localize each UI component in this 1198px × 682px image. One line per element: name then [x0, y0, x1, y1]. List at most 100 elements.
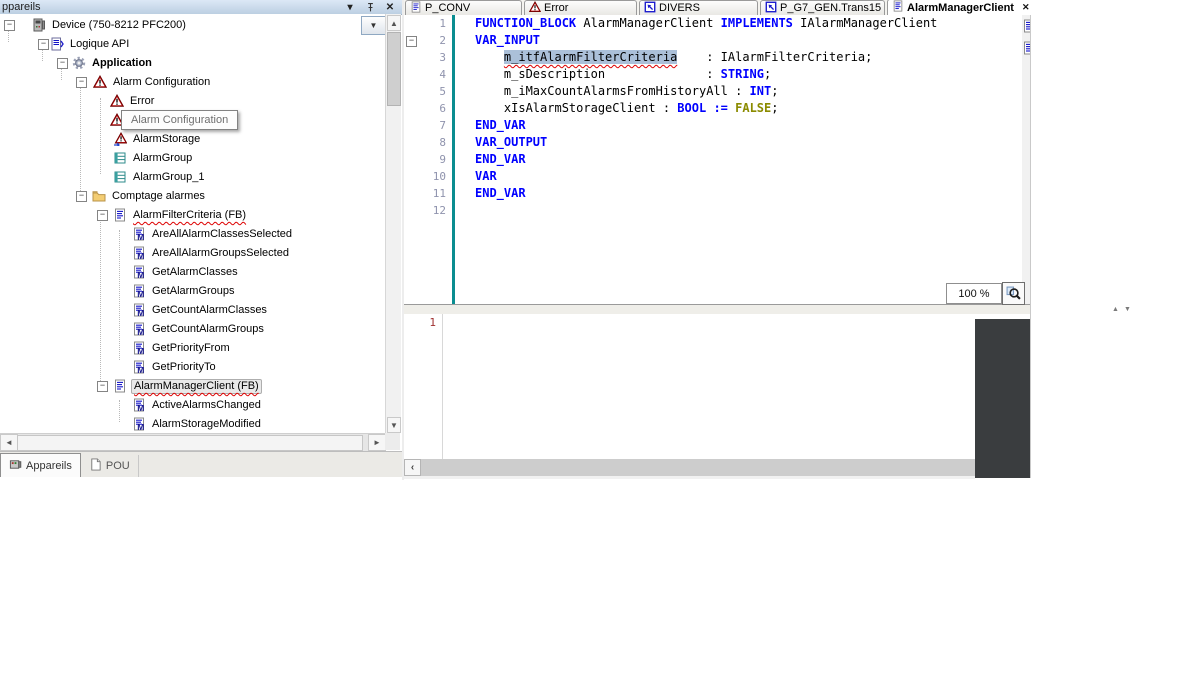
code-line-3[interactable]: 3 m_itfAlarmFilterCriteria : IAlarmFilte…: [404, 49, 1030, 66]
editor-tab-error[interactable]: Error: [524, 0, 637, 15]
scroll-right-icon[interactable]: ►: [368, 434, 386, 451]
scroll-down-icon[interactable]: ▼: [387, 417, 401, 433]
code-line-8[interactable]: 8VAR_OUTPUT: [404, 134, 1030, 151]
code-text[interactable]: VAR: [455, 168, 497, 185]
tree-item-label[interactable]: AlarmGroup: [131, 151, 194, 166]
panel-tab-pou[interactable]: POU: [81, 455, 139, 477]
tree-item-activealarmschanged[interactable]: MActiveAlarmsChanged: [0, 396, 385, 415]
code-text[interactable]: m_sDescription : STRING;: [455, 66, 771, 83]
tree-collapse-icon[interactable]: −: [97, 381, 108, 392]
tree-item-label[interactable]: AlarmManagerClient (FB): [131, 379, 262, 394]
implementation-editor[interactable]: 1: [404, 314, 1030, 459]
tree-item-comptage-alarmes[interactable]: − Comptage alarmes: [0, 187, 385, 206]
tree-item-label[interactable]: AlarmStorageModified: [150, 417, 263, 432]
editor-splitter[interactable]: ▲ ▼: [404, 305, 1030, 314]
implementation-body[interactable]: [443, 314, 1030, 459]
tree-item-areallalarmclassesselected[interactable]: MAreAllAlarmClassesSelected: [0, 225, 385, 244]
tree-item-label[interactable]: Comptage alarmes: [110, 189, 207, 204]
tree-item-label[interactable]: AreAllAlarmGroupsSelected: [150, 246, 291, 261]
tree-item-label[interactable]: Alarm Configuration: [111, 75, 212, 90]
code-text[interactable]: VAR_OUTPUT: [455, 134, 547, 151]
tree-horizontal-scrollbar[interactable]: ◄ ►: [0, 433, 385, 451]
splitter-up-icon[interactable]: ▲: [1112, 305, 1119, 314]
tree-item-label[interactable]: AlarmFilterCriteria (FB): [131, 208, 248, 223]
code-line-1[interactable]: 1FUNCTION_BLOCK AlarmManagerClient IMPLE…: [404, 15, 1030, 32]
code-line-4[interactable]: 4 m_sDescription : STRING;: [404, 66, 1030, 83]
tree-collapse-icon[interactable]: −: [57, 58, 68, 69]
code-line-2[interactable]: −2VAR_INPUT: [404, 32, 1030, 49]
tree-item-label[interactable]: Application: [90, 56, 154, 71]
code-line-9[interactable]: 9END_VAR: [404, 151, 1030, 168]
panel-close-icon[interactable]: ✕: [384, 1, 396, 13]
device-combo-dropdown[interactable]: ▼: [361, 16, 386, 35]
scroll-left-icon[interactable]: ‹: [404, 459, 421, 476]
tree-collapse-icon[interactable]: −: [4, 20, 15, 31]
tree-item-label[interactable]: AreAllAlarmClassesSelected: [150, 227, 294, 242]
tree-item-label[interactable]: GetCountAlarmGroups: [150, 322, 266, 337]
tree-item-error[interactable]: Error: [0, 92, 385, 111]
code-text[interactable]: m_itfAlarmFilterCriteria : IAlarmFilterC…: [455, 49, 872, 66]
editor-tab-p-conv[interactable]: P_CONV: [405, 0, 522, 15]
code-text[interactable]: END_VAR: [455, 151, 526, 168]
tree-item-alarmfiltercriteria-fb-[interactable]: − AlarmFilterCriteria (FB): [0, 206, 385, 225]
tree-item-getpriorityfrom[interactable]: MGetPriorityFrom: [0, 339, 385, 358]
clipped-toolbar-icon[interactable]: [1022, 19, 1030, 35]
editor-tab-divers[interactable]: DIVERS: [639, 0, 758, 15]
tree-item-label[interactable]: AlarmStorage: [131, 132, 202, 147]
tab-close-icon[interactable]: ✕: [1022, 2, 1030, 13]
code-line-12[interactable]: 12: [404, 202, 1030, 219]
tree-item-getalarmclasses[interactable]: MGetAlarmClasses: [0, 263, 385, 282]
code-text[interactable]: [455, 202, 475, 219]
tree-vscroll-thumb[interactable]: [387, 32, 401, 106]
tree-collapse-icon[interactable]: −: [76, 191, 87, 202]
tree-item-getcountalarmclasses[interactable]: MGetCountAlarmClasses: [0, 301, 385, 320]
tree-item-label[interactable]: GetCountAlarmClasses: [150, 303, 269, 318]
declaration-editor[interactable]: 1FUNCTION_BLOCK AlarmManagerClient IMPLE…: [404, 15, 1030, 305]
scroll-up-icon[interactable]: ▲: [387, 15, 401, 31]
panel-menu-chevron-down-icon[interactable]: ▾: [344, 1, 356, 13]
tree-item-getpriorityto[interactable]: MGetPriorityTo: [0, 358, 385, 377]
code-text[interactable]: VAR_INPUT: [455, 32, 540, 49]
tree-collapse-icon[interactable]: −: [76, 77, 87, 88]
tree-item-label[interactable]: Error: [128, 94, 156, 109]
tree-item-alarmstorage[interactable]: AlarmStorage: [0, 130, 385, 149]
editor-horizontal-scrollbar[interactable]: ‹: [404, 459, 975, 476]
tree-item-label[interactable]: GetPriorityFrom: [150, 341, 232, 356]
tree-item-alarmmanagerclient-fb-[interactable]: − AlarmManagerClient (FB): [0, 377, 385, 396]
magnifier-icon[interactable]: [1002, 282, 1025, 305]
tree-item-label[interactable]: GetPriorityTo: [150, 360, 218, 375]
clipped-toolbar-icon[interactable]: [1022, 41, 1030, 57]
splitter-down-icon[interactable]: ▼: [1124, 305, 1131, 314]
code-text[interactable]: xIsAlarmStorageClient : BOOL := FALSE;: [455, 100, 778, 117]
tree-item-label[interactable]: ActiveAlarmsChanged: [150, 398, 263, 413]
code-text[interactable]: END_VAR: [455, 185, 526, 202]
tree-item-getcountalarmgroups[interactable]: MGetCountAlarmGroups: [0, 320, 385, 339]
code-fold-icon[interactable]: −: [406, 36, 417, 47]
tree-collapse-icon[interactable]: −: [38, 39, 49, 50]
scroll-left-icon[interactable]: ◄: [0, 434, 18, 451]
tree-item-device-750-8212-pfc200-[interactable]: − Device (750-8212 PFC200): [0, 16, 385, 35]
tree-item-areallalarmgroupsselected[interactable]: MAreAllAlarmGroupsSelected: [0, 244, 385, 263]
panel-tab-appareils[interactable]: Appareils: [0, 453, 81, 477]
code-text[interactable]: FUNCTION_BLOCK AlarmManagerClient IMPLEM…: [455, 15, 937, 32]
tree-item-label[interactable]: Logique API: [68, 37, 131, 52]
tree-item-label[interactable]: GetAlarmClasses: [150, 265, 240, 280]
panel-pin-icon[interactable]: [364, 1, 376, 13]
tree-item-logique-api[interactable]: − Logique API: [0, 35, 385, 54]
code-line-6[interactable]: 6 xIsAlarmStorageClient : BOOL := FALSE;: [404, 100, 1030, 117]
code-line-10[interactable]: 10VAR: [404, 168, 1030, 185]
tree-item-getalarmgroups[interactable]: MGetAlarmGroups: [0, 282, 385, 301]
tree-item-alarmstoragemodified[interactable]: MAlarmStorageModified: [0, 415, 385, 433]
code-line-5[interactable]: 5 m_iMaxCountAlarmsFromHistoryAll : INT;: [404, 83, 1030, 100]
tree-collapse-icon[interactable]: −: [97, 210, 108, 221]
editor-tab-alarmmanagerclient[interactable]: AlarmManagerClient✕: [887, 0, 1031, 15]
code-line-11[interactable]: 11END_VAR: [404, 185, 1030, 202]
tree-item-alarmgroup[interactable]: AlarmGroup: [0, 149, 385, 168]
code-line-7[interactable]: 7END_VAR: [404, 117, 1030, 134]
tree-item-alarmgroup-1[interactable]: AlarmGroup_1: [0, 168, 385, 187]
code-text[interactable]: END_VAR: [455, 117, 526, 134]
tree-item-label[interactable]: Device (750-8212 PFC200): [50, 18, 188, 33]
tree-item-label[interactable]: GetAlarmGroups: [150, 284, 237, 299]
tree-item-application[interactable]: − Application: [0, 54, 385, 73]
code-text[interactable]: m_iMaxCountAlarmsFromHistoryAll : INT;: [455, 83, 778, 100]
